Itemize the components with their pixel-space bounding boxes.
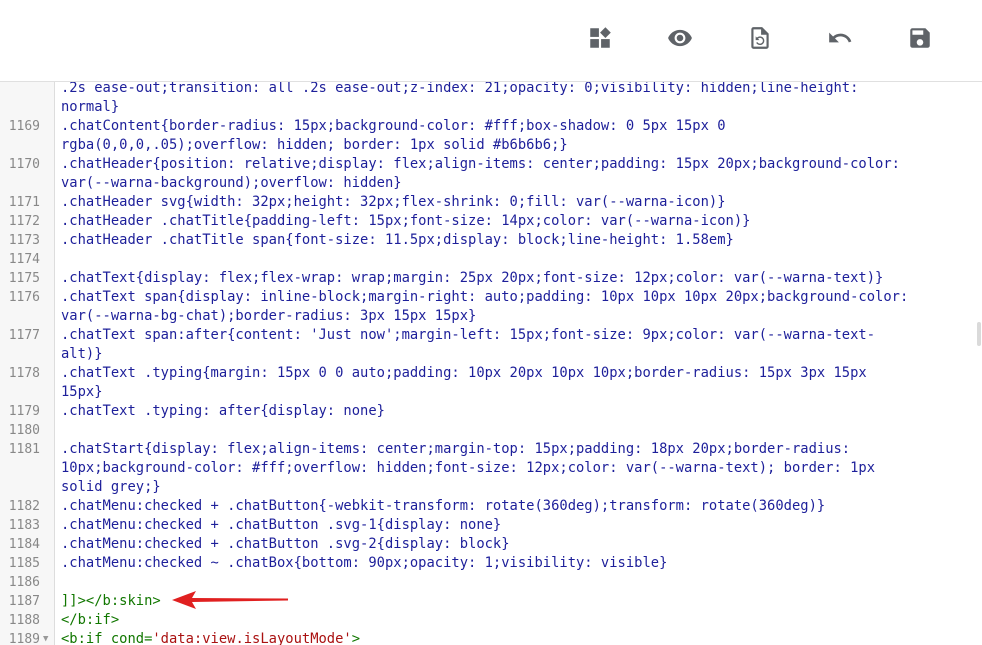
code-line: 1177 .chatText span:after{content: 'Just …	[0, 326, 982, 345]
restore-icon	[751, 27, 769, 49]
code-line: 1186	[0, 573, 982, 592]
code-line: alt)}	[0, 345, 982, 364]
line-number: 1176	[8, 290, 40, 305]
code-line: 1171 .chatHeader svg{width: 32px;height: …	[0, 193, 982, 212]
code-line: 1174	[0, 250, 982, 269]
code-line-skin-close: 1187 ]]></b:skin>	[0, 592, 982, 611]
code-text: .chatHeader svg{width: 32px;height: 32px…	[61, 194, 726, 210]
code-line: 1183 .chatMenu:checked + .chatButton .svg…	[0, 516, 982, 535]
layout-icon	[590, 27, 611, 48]
code-text: .chatText span{display: inline-block;mar…	[61, 289, 909, 305]
red-arrow-annotation	[172, 591, 288, 609]
fold-arrow-icon[interactable]: ▼	[43, 630, 48, 645]
code-line: 1176 .chatText span{display: inline-block…	[0, 288, 982, 307]
line-number: 1173	[8, 233, 40, 248]
line-number: 1189	[8, 632, 40, 645]
code-line: 1175 .chatText{display: flex;flex-wrap: w…	[0, 269, 982, 288]
line-number: 1175	[8, 271, 40, 286]
preview-button[interactable]	[664, 22, 696, 54]
code-line: 1178 .chatText .typing{margin: 15px 0 0 a…	[0, 364, 982, 383]
code-line: 1179 .chatText .typing: after{display: no…	[0, 402, 982, 421]
layout-button[interactable]	[584, 22, 616, 54]
editor-toolbar	[0, 0, 982, 82]
line-number: 1169	[8, 119, 40, 134]
code-text: .chatMenu:checked + .chatButton .svg-1{d…	[61, 517, 502, 533]
code-line: 1189 ▼ <b:if cond='data:view.isLayoutMode'…	[0, 630, 982, 645]
save-icon	[910, 28, 930, 48]
code-text: 15px}	[61, 384, 103, 400]
line-number: 1181	[8, 442, 40, 457]
undo-button[interactable]	[824, 22, 856, 54]
code-tag: >	[351, 631, 361, 645]
code-text: normal}	[61, 99, 120, 115]
code-text: ]]></b:skin>	[61, 593, 161, 609]
code-text: <b:if cond='data:view.isLayoutMode'>	[61, 630, 360, 645]
line-number: 1174	[8, 252, 40, 267]
code-text: alt)}	[61, 346, 103, 362]
scrollbar-thumb[interactable]	[977, 322, 981, 346]
code-text: .chatStart{display: flex;align-items: ce…	[61, 441, 851, 457]
code-text: .2s ease-out;transition: all .2s ease-ou…	[61, 82, 859, 96]
code-line: 1182 .chatMenu:checked + .chatButton{-web…	[0, 497, 982, 516]
code-text: 10px;background-color: #fff;overflow: hi…	[61, 460, 876, 476]
code-tag: <b:if cond=	[61, 631, 153, 645]
code-text: .chatMenu:checked ~ .chatBox{bottom: 90p…	[61, 555, 668, 571]
code-line: 1185 .chatMenu:checked ~ .chatBox{bottom:…	[0, 554, 982, 573]
code-line: 1188 </b:if>	[0, 611, 982, 630]
line-number: 1183	[8, 518, 40, 533]
code-text: var(--warna-background);overflow: hidden…	[61, 175, 402, 191]
code-text: .chatMenu:checked + .chatButton{-webkit-…	[61, 498, 826, 514]
code-line: var(--warna-bg-chat);border-radius: 3px …	[0, 307, 982, 326]
code-text: .chatText .typing{margin: 15px 0 0 auto;…	[61, 365, 867, 381]
line-number: 1180	[8, 423, 40, 438]
code-text: .chatText .typing: after{display: none}	[61, 403, 385, 419]
line-number: 1188	[8, 613, 40, 628]
code-text: .chatHeader{position: relative;display: …	[61, 156, 900, 172]
save-button[interactable]	[904, 22, 936, 54]
code-line: 1184 .chatMenu:checked + .chatButton .svg…	[0, 535, 982, 554]
line-number: 1182	[8, 499, 40, 514]
code-text: rgba(0,0,0,.05);overflow: hidden; border…	[61, 137, 568, 153]
code-lines: .2s ease-out;transition: all .2s ease-ou…	[0, 82, 982, 645]
line-number: 1172	[8, 214, 40, 229]
line-number: 1178	[8, 366, 40, 381]
code-line: var(--warna-background);overflow: hidden…	[0, 174, 982, 193]
code-text: .chatText span:after{content: 'Just now'…	[61, 327, 876, 343]
code-line: 10px;background-color: #fff;overflow: hi…	[0, 459, 982, 478]
code-line: 1173 .chatHeader .chatTitle span{font-siz…	[0, 231, 982, 250]
code-text: solid grey;}	[61, 479, 161, 495]
line-number: 1171	[8, 195, 40, 210]
code-text: var(--warna-bg-chat);border-radius: 3px …	[61, 308, 477, 324]
code-line: 15px}	[0, 383, 982, 402]
code-line: .2s ease-out;transition: all .2s ease-ou…	[0, 82, 982, 98]
line-number: 1185	[8, 556, 40, 571]
line-number: 1187	[8, 594, 40, 609]
code-text: .chatContent{border-radius: 15px;backgro…	[61, 118, 726, 134]
code-line: 1170 .chatHeader{position: relative;displ…	[0, 155, 982, 174]
line-number: 1170	[8, 157, 40, 172]
code-text: .chatText{display: flex;flex-wrap: wrap;…	[61, 270, 884, 286]
code-line: normal}	[0, 98, 982, 117]
line-number: 1186	[8, 575, 40, 590]
code-text: </b:if>	[61, 612, 120, 628]
code-string: 'data:view.isLayoutMode'	[152, 631, 352, 645]
code-line: rgba(0,0,0,.05);overflow: hidden; border…	[0, 136, 982, 155]
line-number: 1184	[8, 537, 40, 552]
line-number: 1177	[8, 328, 40, 343]
code-text: .chatHeader .chatTitle span{font-size: 1…	[61, 232, 734, 248]
undo-icon	[829, 32, 852, 43]
code-line: 1180	[0, 421, 982, 440]
code-text: .chatHeader .chatTitle{padding-left: 15p…	[61, 213, 751, 229]
code-text: .chatMenu:checked + .chatButton .svg-2{d…	[61, 536, 510, 552]
code-line: 1181 .chatStart{display: flex;align-items…	[0, 440, 982, 459]
code-editor[interactable]: .2s ease-out;transition: all .2s ease-ou…	[0, 82, 982, 645]
eye-icon	[668, 29, 692, 47]
code-line: solid grey;}	[0, 478, 982, 497]
restore-button[interactable]	[744, 22, 776, 54]
code-line: 1172 .chatHeader .chatTitle{padding-left:…	[0, 212, 982, 231]
code-line: 1169 .chatContent{border-radius: 15px;bac…	[0, 117, 982, 136]
line-number: 1179	[8, 404, 40, 419]
